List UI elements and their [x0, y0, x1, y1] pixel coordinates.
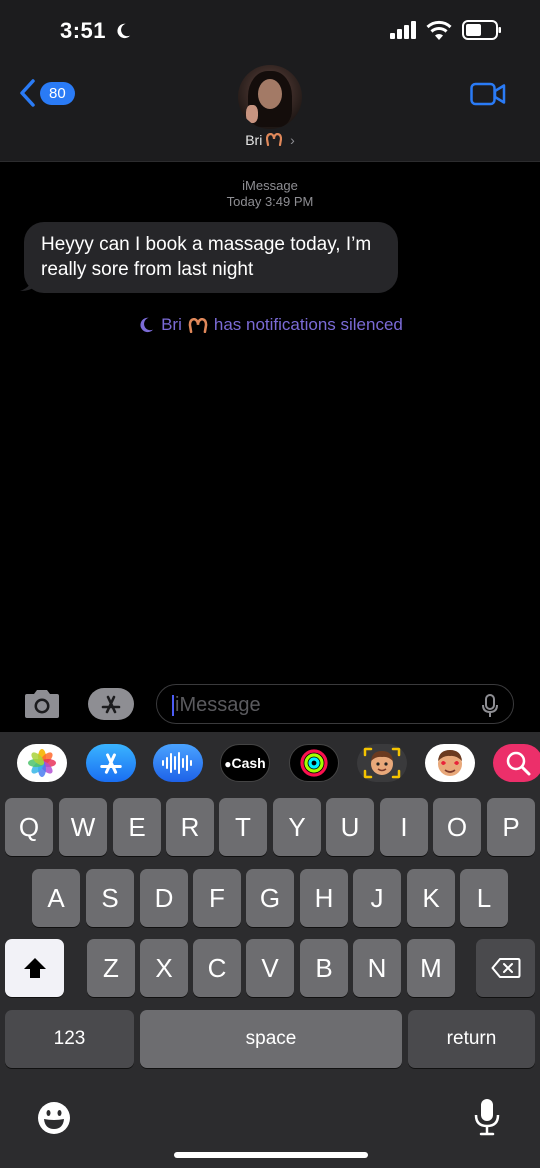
message-text-field[interactable] [175, 691, 475, 719]
app-store-icon [101, 695, 121, 714]
microphone-icon [474, 1099, 500, 1136]
silenced-contact-name: Bri [161, 315, 182, 334]
bubble-tail [20, 276, 38, 291]
fitness-button[interactable] [289, 744, 339, 782]
contact-name-button[interactable]: Bri › [0, 132, 540, 148]
silenced-text: has notifications silenced [213, 315, 403, 334]
key-b[interactable]: B [300, 939, 348, 997]
heart-hands-emoji-icon [188, 317, 208, 333]
message-input[interactable] [156, 684, 514, 724]
key-u[interactable]: U [326, 798, 374, 856]
status-bar: 3:51 [0, 0, 540, 62]
compose-bar [0, 680, 540, 732]
audio-message-icon [162, 752, 192, 774]
cellular-signal-icon [390, 21, 416, 39]
key-t[interactable]: T [219, 798, 267, 856]
focus-moon-icon [117, 23, 131, 39]
key-l[interactable]: L [460, 869, 508, 927]
apple-cash-button[interactable]: ●Cash [220, 744, 270, 782]
facetime-video-button[interactable] [470, 82, 506, 111]
numbers-key[interactable]: 123 [5, 1010, 134, 1068]
unread-count-badge: 80 [40, 81, 75, 105]
text-cursor [172, 695, 174, 716]
key-h[interactable]: H [300, 869, 348, 927]
wifi-icon [426, 20, 452, 40]
key-n[interactable]: N [353, 939, 401, 997]
apple-cash-icon: ●Cash [224, 755, 266, 771]
backspace-icon [491, 958, 520, 978]
key-j[interactable]: J [353, 869, 401, 927]
message-text: Heyyy can I book a massage today, I’m re… [41, 234, 372, 280]
back-button[interactable]: 80 [18, 78, 75, 108]
dictation-mic-icon[interactable] [481, 694, 499, 718]
key-m[interactable]: M [407, 939, 455, 997]
key-d[interactable]: D [140, 869, 188, 927]
key-a[interactable]: A [32, 869, 80, 927]
imessage-app-drawer: ●Cash [0, 732, 540, 798]
chevron-right-icon: › [290, 132, 295, 148]
memoji-icon [363, 747, 401, 779]
fitness-rings-icon [300, 749, 328, 777]
incoming-message-bubble[interactable]: Heyyy can I book a massage today, I’m re… [24, 222, 398, 293]
video-camera-icon [470, 82, 506, 106]
clock-label: 3:51 [60, 18, 107, 43]
photos-icon [28, 749, 56, 777]
app-store-drawer-button[interactable] [88, 688, 134, 720]
image-search-button[interactable] [493, 744, 540, 782]
key-w[interactable]: W [59, 798, 107, 856]
key-p[interactable]: P [487, 798, 535, 856]
camera-button[interactable] [22, 688, 62, 725]
emoji-keyboard-button[interactable] [36, 1100, 72, 1141]
camera-icon [25, 690, 59, 718]
key-c[interactable]: C [193, 939, 241, 997]
dictation-button[interactable] [474, 1098, 500, 1141]
memoji-button[interactable] [357, 744, 407, 782]
key-z[interactable]: Z [87, 939, 135, 997]
chevron-left-icon [20, 79, 35, 107]
key-y[interactable]: Y [273, 798, 321, 856]
contact-name: Bri [245, 132, 263, 148]
photos-app-button[interactable] [17, 744, 67, 782]
key-g[interactable]: G [246, 869, 294, 927]
delete-key[interactable] [476, 939, 535, 997]
moon-icon [140, 317, 154, 333]
shift-key[interactable] [5, 939, 64, 997]
message-timestamp: Today 3:49 PM [226, 194, 314, 209]
audio-message-button[interactable] [153, 744, 203, 782]
notifications-silenced-notice: Bri has notifications silenced [0, 315, 540, 335]
shift-arrow-icon [23, 958, 46, 978]
key-r[interactable]: R [166, 798, 214, 856]
key-k[interactable]: K [407, 869, 455, 927]
battery-icon [462, 20, 501, 40]
return-key[interactable]: return [408, 1010, 535, 1068]
status-indicators [390, 20, 502, 40]
app-store-icon [100, 753, 122, 774]
app-store-button[interactable] [86, 744, 136, 782]
status-time: 3:51 [60, 18, 132, 44]
apple-cash-label: Cash [231, 755, 266, 771]
heart-hands-emoji-icon [266, 132, 283, 147]
key-f[interactable]: F [193, 869, 241, 927]
key-s[interactable]: S [86, 869, 134, 927]
memoji-stickers-button[interactable] [425, 744, 475, 782]
conversation-header: 80 Bri › [0, 62, 540, 162]
key-o[interactable]: O [433, 798, 481, 856]
service-label: iMessage [242, 178, 298, 193]
contact-avatar[interactable] [238, 65, 302, 129]
memoji-stickers-icon [438, 750, 462, 776]
key-q[interactable]: Q [5, 798, 53, 856]
emoji-icon [38, 1102, 70, 1134]
home-indicator[interactable] [174, 1152, 368, 1158]
key-e[interactable]: E [113, 798, 161, 856]
key-i[interactable]: I [380, 798, 428, 856]
key-v[interactable]: V [246, 939, 294, 997]
image-search-icon [506, 751, 531, 776]
key-x[interactable]: X [140, 939, 188, 997]
space-key[interactable]: space [140, 1010, 402, 1068]
